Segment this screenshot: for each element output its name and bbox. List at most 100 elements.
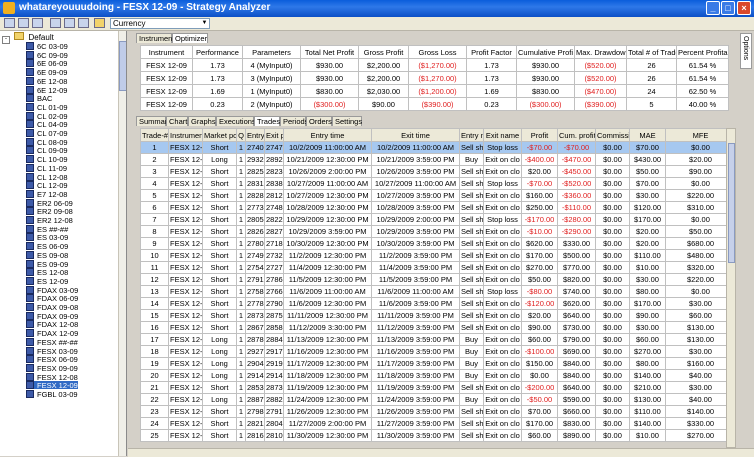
trades-column-header[interactable]: Commissio xyxy=(595,128,630,142)
tree-item[interactable]: CL 10-09 xyxy=(26,155,68,164)
tree-item[interactable]: FDAX 09-09 xyxy=(26,311,78,320)
trades-column-header[interactable]: Trade-# xyxy=(140,128,169,142)
trade-row[interactable]: 24 FESX 12- Short 1 2821 2804 11/27/2009 2:00:… xyxy=(140,417,736,430)
tree-item[interactable]: FDAX 06-09 xyxy=(26,294,78,303)
trades-column-header[interactable]: Market po xyxy=(202,128,237,142)
tree-item[interactable]: FESX 12-08 xyxy=(26,372,78,381)
trade-row[interactable]: 7 FESX 12- Short 1 2805 2822 10/29/2009 12:30:… xyxy=(140,213,736,226)
optimizer-column-header[interactable]: Gross Profit xyxy=(358,45,409,59)
trade-row[interactable]: 11 FESX 12- Short 1 2754 2727 11/4/2009 12:30:… xyxy=(140,261,736,274)
optimizer-column-header[interactable]: Total # of Trades xyxy=(626,45,677,59)
tree-item[interactable]: CL 07-09 xyxy=(26,129,68,138)
trade-row[interactable]: 5 FESX 12- Short 1 2828 2812 10/27/2009 12:30:… xyxy=(140,189,736,202)
trade-row[interactable]: 4 FESX 12- Short 1 2831 2838 10/27/2009 11:00:… xyxy=(140,177,736,190)
tree-item[interactable]: ER2 09-08 xyxy=(26,207,73,216)
trades-column-header[interactable]: Exit time xyxy=(371,128,460,142)
tree-item[interactable]: ES 12-09 xyxy=(26,276,68,285)
save-icon[interactable] xyxy=(18,18,29,28)
tree-item[interactable]: FDAX 12-09 xyxy=(26,329,78,338)
tree-item[interactable]: 6C 03-09 xyxy=(26,42,68,51)
trade-row[interactable]: 3 FESX 12- Short 1 2825 2823 10/26/2009 2:00:0… xyxy=(140,165,736,178)
tree-item[interactable]: FESX 09-09 xyxy=(26,363,78,372)
trade-row[interactable]: 17 FESX 12- Long 1 2878 2884 11/13/2009 12:30:… xyxy=(140,333,736,346)
tree-item[interactable]: FDAX 12-08 xyxy=(26,320,78,329)
grid-icon[interactable] xyxy=(50,18,61,28)
trade-row[interactable]: 18 FESX 12- Long 1 2927 2917 11/16/2009 12:30:… xyxy=(140,345,736,358)
tree-item[interactable]: ES 06-09 xyxy=(26,242,68,251)
trades-column-header[interactable]: Q xyxy=(236,128,246,142)
trades-column-header[interactable]: Exit name xyxy=(483,128,522,142)
tree-item[interactable]: 6E 12-09 xyxy=(26,85,67,94)
close-button[interactable]: × xyxy=(737,1,751,15)
trades-scrollbar-thumb[interactable] xyxy=(728,143,735,263)
trades-column-header[interactable]: Entry n xyxy=(459,128,484,142)
trade-row[interactable]: 15 FESX 12- Short 1 2873 2875 11/11/2009 12:30… xyxy=(140,309,736,322)
tree-item[interactable]: CL 11-09 xyxy=(26,163,67,172)
display-unit-select[interactable]: Currency ▼ xyxy=(110,18,210,29)
tree-item[interactable]: 6E 09-09 xyxy=(26,68,67,77)
trade-row[interactable]: 9 FESX 12- Short 1 2780 2718 10/30/2009 12:30:… xyxy=(140,237,736,250)
tree-item[interactable]: ER2 06-09 xyxy=(26,198,73,207)
tree-item[interactable]: ES 03-09 xyxy=(26,233,68,242)
tree-item[interactable]: ER2 12-08 xyxy=(26,216,73,225)
folder-icon[interactable] xyxy=(94,18,105,28)
tree-item[interactable]: FESX 06-09 xyxy=(26,355,78,364)
tree-item[interactable]: FDAX 03-09 xyxy=(26,285,78,294)
tree-item[interactable]: E7 12-08 xyxy=(26,189,67,198)
tab-summary[interactable]: Summary xyxy=(136,116,171,126)
tree-item[interactable]: CL 02-09 xyxy=(26,111,68,120)
trade-row[interactable]: 16 FESX 12- Short 1 2867 2858 11/12/2009 3:30:… xyxy=(140,321,736,334)
optimizer-column-header[interactable]: Gross Loss xyxy=(408,45,467,59)
chevron-down-icon[interactable]: ▼ xyxy=(200,19,209,28)
trades-column-header[interactable]: Exit p xyxy=(264,128,284,142)
tree-item[interactable]: CL 12-08 xyxy=(26,172,68,181)
print-icon[interactable] xyxy=(32,18,43,28)
trades-scrollbar[interactable] xyxy=(726,128,736,448)
maximize-button[interactable]: □ xyxy=(721,1,735,15)
tree-item[interactable]: ES ##-## xyxy=(26,224,68,233)
optimizer-column-header[interactable]: Performance xyxy=(192,45,243,59)
trade-row[interactable]: 23 FESX 12- Short 1 2798 2791 11/26/2009 12:30… xyxy=(140,405,736,418)
optimizer-column-header[interactable]: Profit Factor xyxy=(466,45,517,59)
tree-item[interactable]: CL 12-09 xyxy=(26,181,68,190)
trade-row[interactable]: 2 FESX 12- Long 1 2932 2892 10/21/2009 12:30:0… xyxy=(140,153,736,166)
tree-item[interactable]: FESX 03-09 xyxy=(26,346,78,355)
options-panel-tab[interactable]: Options xyxy=(740,33,752,69)
trade-row[interactable]: 20 FESX 12- Long 1 2914 2914 11/18/2009 12:30:… xyxy=(140,369,736,382)
tab-instruments[interactable]: Instruments xyxy=(136,33,178,43)
tree-item[interactable]: BAC xyxy=(26,94,52,103)
table-icon[interactable] xyxy=(78,18,89,28)
trade-row[interactable]: 21 FESX 12- Short 1 2853 2873 11/19/2009 12:30… xyxy=(140,381,736,394)
tree-item[interactable]: FGBL 03-09 xyxy=(26,390,78,399)
trade-row[interactable]: 6 FESX 12- Short 1 2773 2748 10/28/2009 12:30:… xyxy=(140,201,736,214)
tree-item[interactable]: CL 01-09 xyxy=(26,102,68,111)
trades-column-header[interactable]: Profit xyxy=(521,128,558,142)
trade-row[interactable]: 12 FESX 12- Short 1 2791 2786 11/5/2009 12:30:… xyxy=(140,273,736,286)
tree-item[interactable]: 6E 12-08 xyxy=(26,76,67,85)
optimizer-row[interactable]: FESX 12-09 0.23 2 (MyInput0) ($300.00) $90.0… xyxy=(140,97,729,111)
optimizer-row[interactable]: FESX 12-09 1.73 4 (MyInput0) $930.00 $2,200.… xyxy=(140,58,729,72)
trade-row[interactable]: 22 FESX 12- Long 1 2887 2882 11/24/2009 12:30:… xyxy=(140,393,736,406)
tab-settings[interactable]: Settings xyxy=(332,116,362,126)
tab-graphs[interactable]: Graphs xyxy=(188,116,216,126)
tab-optimizer[interactable]: Optimizer xyxy=(172,33,208,43)
tree-item[interactable]: CL 04-09 xyxy=(26,120,68,129)
trades-column-header[interactable]: MFE xyxy=(665,128,736,142)
trades-column-header[interactable]: Entry xyxy=(245,128,265,142)
optimizer-column-header[interactable]: Percent Profitabl xyxy=(676,45,729,59)
trades-column-header[interactable]: Instrument xyxy=(168,128,203,142)
trade-row[interactable]: 1 FESX 12- Short 1 2740 2747 10/2/2009 11:00:0… xyxy=(140,141,736,154)
tree-item[interactable]: ES 12-08 xyxy=(26,268,68,277)
tree-item[interactable]: 6C 09-09 xyxy=(26,50,68,59)
tree-item[interactable]: FESX 12-09 xyxy=(26,381,78,390)
tab-periods[interactable]: Periods xyxy=(280,116,308,126)
tree-item[interactable]: ES 09-09 xyxy=(26,259,68,268)
open-icon[interactable] xyxy=(4,18,15,28)
tab-trades[interactable]: Trades xyxy=(254,116,280,126)
trade-row[interactable]: 14 FESX 12- Short 1 2778 2790 11/6/2009 12:30:… xyxy=(140,297,736,310)
tree-item[interactable]: FDAX 09-08 xyxy=(26,303,78,312)
tree-item[interactable]: CL 09-09 xyxy=(26,146,68,155)
minimize-button[interactable]: _ xyxy=(706,1,720,15)
trade-row[interactable]: 13 FESX 12- Short 1 2758 2766 11/6/2009 11:00:… xyxy=(140,285,736,298)
trade-row[interactable]: 25 FESX 12- Short 1 2816 2810 11/30/2009 12:30… xyxy=(140,429,736,442)
